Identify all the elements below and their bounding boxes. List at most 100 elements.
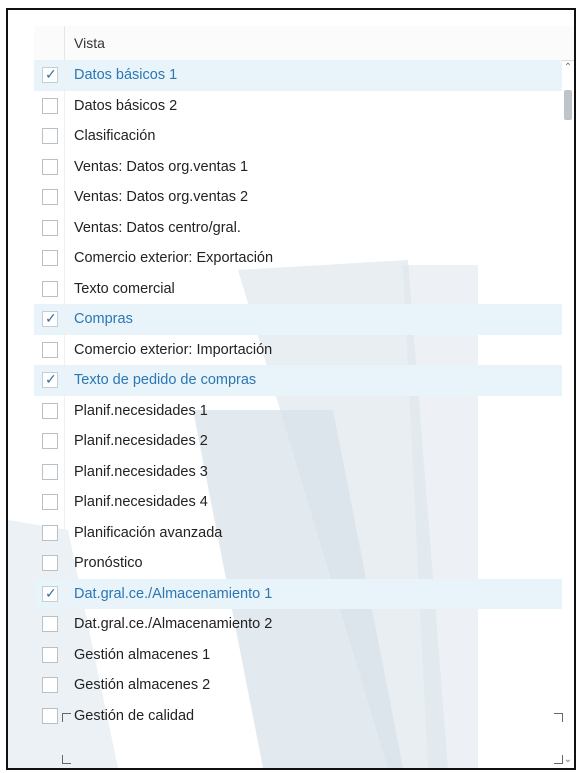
list-item[interactable]: Ventas: Datos org.ventas 1 [34,151,562,182]
view-list-rows: ✓ Datos básicos 1 Datos básicos 2 Clasifica… [34,60,562,731]
list-item[interactable]: ✓ Texto de pedido de compras [34,365,562,396]
column-divider [64,60,65,91]
column-divider [64,609,65,640]
list-item[interactable]: Planif.necesidades 4 [34,487,562,518]
focus-corner-marker [554,755,563,764]
row-checkbox[interactable]: ✓ [42,66,58,83]
column-divider [64,334,65,365]
row-checkbox[interactable] [42,158,58,175]
list-item[interactable]: Texto comercial [34,273,562,304]
checkmark-icon: ✓ [45,584,57,601]
list-item[interactable]: Ventas: Datos centro/gral. [34,212,562,243]
column-divider [64,517,65,548]
row-checkbox[interactable]: ✓ [42,584,58,602]
view-selection-panel: Vista ✓ Datos básicos 1 Datos básicos 2 Cla… [6,8,576,770]
row-checkbox[interactable]: ✓ [42,310,58,327]
list-item[interactable]: Planif.necesidades 2 [34,426,562,457]
list-item[interactable]: Planificación avanzada [34,517,562,548]
checkmark-icon: ✓ [45,371,57,387]
row-checkbox[interactable] [42,402,58,419]
list-item[interactable]: Datos básicos 2 [34,90,562,121]
list-item-label: Gestión almacenes 2 [74,677,211,693]
row-checkbox[interactable] [42,524,58,541]
list-item-label: Planif.necesidades 4 [74,494,208,510]
list-item-label: Planificación avanzada [74,524,223,541]
list-item[interactable]: Gestión de calidad [34,700,562,731]
list-item[interactable]: ✓ Dat.gral.ce./Almacenamiento 1 [34,578,562,609]
row-checkbox[interactable] [42,341,58,358]
list-item[interactable]: Comercio exterior: Exportación [34,243,562,274]
column-divider [64,304,65,335]
column-divider [64,90,65,121]
list-item-label: Texto comercial [74,280,175,297]
column-divider [64,243,65,274]
list-item[interactable]: Ventas: Datos org.ventas 2 [34,182,562,213]
vertical-scrollbar[interactable]: ⌃ ⌄ [562,60,574,768]
column-divider [64,426,65,457]
row-checkbox[interactable] [42,555,58,571]
row-checkbox[interactable] [42,189,58,205]
column-divider [64,639,65,670]
row-checkbox[interactable] [42,280,58,297]
list-item-label: Datos básicos 1 [74,67,178,83]
list-item-label: Planif.necesidades 1 [74,402,208,419]
list-item-label: Planif.necesidades 2 [74,433,208,449]
row-checkbox[interactable] [42,433,58,449]
list-item[interactable]: Clasificación [34,121,562,152]
list-item[interactable]: Gestión almacenes 2 [34,670,562,701]
list-item[interactable]: Dat.gral.ce./Almacenamiento 2 [34,609,562,640]
list-item-label: Ventas: Datos org.ventas 2 [74,189,249,205]
column-divider [64,365,65,396]
column-divider [64,670,65,701]
row-checkbox[interactable] [42,677,58,693]
row-checkbox[interactable] [42,128,58,144]
list-item[interactable]: Comercio exterior: Importación [34,334,562,365]
list-item-label: Pronóstico [74,555,143,571]
checkmark-icon: ✓ [45,66,57,82]
focus-corner-marker [62,713,71,722]
list-item-label: Gestión almacenes 1 [74,646,211,663]
row-checkbox[interactable]: ✓ [42,371,58,388]
list-item-label: Ventas: Datos org.ventas 1 [74,158,249,175]
column-divider [64,456,65,487]
list-item-label: Texto de pedido de compras [74,372,257,388]
focus-corner-marker [62,755,71,764]
list-item[interactable]: Pronóstico [34,548,562,579]
row-checkbox[interactable] [42,463,58,480]
list-item[interactable]: Gestión almacenes 1 [34,639,562,670]
row-checkbox[interactable] [42,707,58,724]
list-item-label: Planif.necesidades 3 [74,463,208,480]
column-divider [64,548,65,579]
column-header-vista: Vista [74,35,105,51]
list-item-label: Comercio exterior: Exportación [74,250,274,266]
column-divider [64,395,65,426]
checkmark-icon: ✓ [45,310,57,326]
focus-corner-marker [554,713,563,722]
column-divider [64,151,65,182]
column-divider [64,578,65,609]
column-divider [64,273,65,304]
row-checkbox[interactable] [42,250,58,266]
chevron-up-icon[interactable]: ⌃ [562,60,574,76]
table-header: Vista [34,26,574,61]
list-item[interactable]: Planif.necesidades 1 [34,395,562,426]
column-divider [64,121,65,152]
list-item-label: Compras [74,311,133,327]
list-item-label: Gestión de calidad [74,707,195,724]
chevron-down-icon[interactable]: ⌄ [562,752,574,768]
row-checkbox[interactable] [42,616,58,632]
list-item[interactable]: ✓ Compras [34,304,562,335]
list-item[interactable]: Planif.necesidades 3 [34,456,562,487]
list-item-label: Datos básicos 2 [74,97,178,114]
list-item[interactable]: ✓ Datos básicos 1 [34,60,562,91]
list-item-label: Dat.gral.ce./Almacenamiento 1 [74,585,273,602]
scrollbar-thumb[interactable] [564,90,572,120]
row-checkbox[interactable] [42,219,58,236]
list-item-label: Dat.gral.ce./Almacenamiento 2 [74,616,273,632]
column-divider [64,487,65,518]
row-checkbox[interactable] [42,646,58,663]
row-checkbox[interactable] [42,97,58,114]
view-list-table: Vista ✓ Datos básicos 1 Datos básicos 2 Cla… [34,26,574,768]
row-checkbox[interactable] [42,494,58,510]
list-item-label: Comercio exterior: Importación [74,341,273,358]
